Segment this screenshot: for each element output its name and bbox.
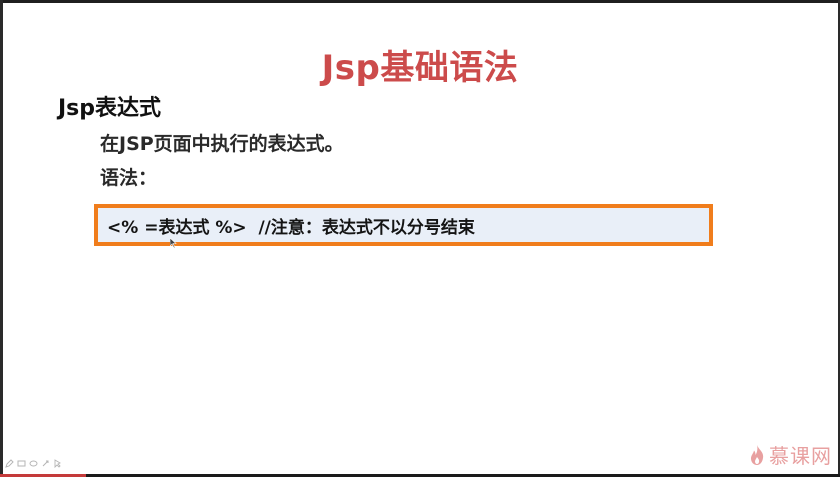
shape-icon[interactable] <box>41 459 50 468</box>
logo-text: 慕课网 <box>769 444 832 468</box>
syntax-label: 语法： <box>100 167 158 189</box>
section-heading: Jsp表达式 <box>58 96 162 121</box>
slide-title: Jsp基础语法 <box>321 48 519 88</box>
flame-icon <box>751 444 764 465</box>
code-example-box: <% =表达式 %> //注意：表达式不以分号结束 <box>94 204 713 246</box>
highlighter-icon[interactable] <box>17 459 26 468</box>
eraser-icon[interactable] <box>29 459 38 468</box>
pointer-icon[interactable] <box>53 459 62 468</box>
slide-frame: Jsp基础语法 Jsp表达式 在JSP页面中执行的表达式。 语法： <% =表达… <box>0 0 840 477</box>
window-top-border <box>0 0 840 3</box>
annotation-toolbar <box>5 459 62 468</box>
section-description: 在JSP页面中执行的表达式。 <box>100 133 344 155</box>
pen-icon[interactable] <box>5 459 14 468</box>
code-example-text: <% =表达式 %> //注意：表达式不以分号结束 <box>107 217 475 238</box>
mouse-cursor-icon <box>170 238 177 248</box>
imooc-logo: 慕课网 <box>749 440 832 469</box>
